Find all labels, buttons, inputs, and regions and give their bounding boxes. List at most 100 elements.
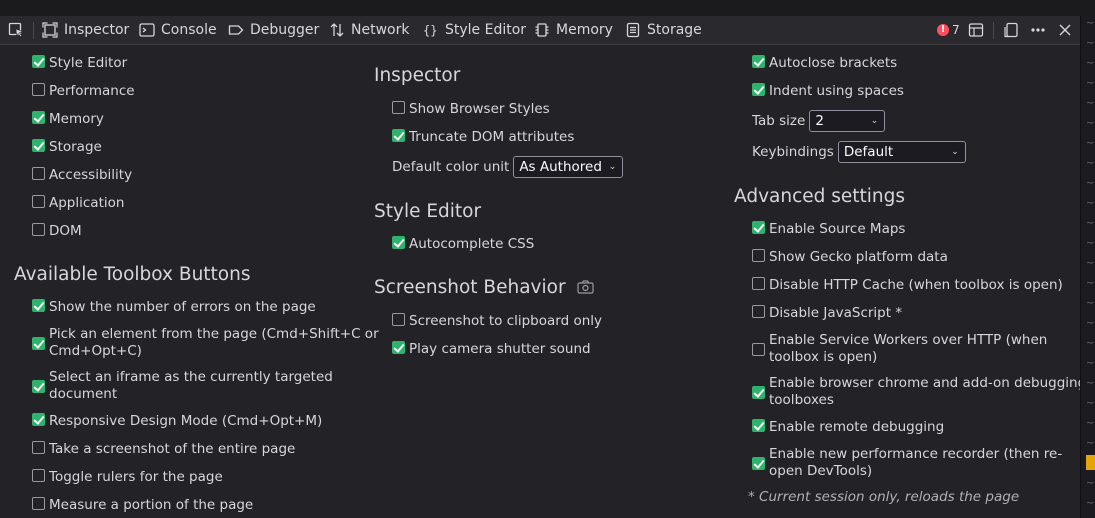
checkbox-disable-js[interactable]: Disable JavaScript * xyxy=(752,305,902,322)
checkbox-box[interactable] xyxy=(32,413,45,426)
tab-console[interactable]: Console xyxy=(139,16,217,44)
checkbox-box[interactable] xyxy=(32,469,45,482)
checkbox-service-workers[interactable]: Enable Service Workers over HTTP (when t… xyxy=(752,332,1047,366)
checkbox-label: Autoclose brackets xyxy=(769,55,898,71)
checkbox-dom[interactable]: DOM xyxy=(32,223,82,240)
toolbar-separator xyxy=(993,22,994,39)
gutter-tilde: ~ xyxy=(1086,498,1095,509)
checkbox-box[interactable] xyxy=(392,129,405,142)
console-icon xyxy=(139,22,155,38)
checkbox-box[interactable] xyxy=(32,497,45,510)
checkbox-performance-recorder[interactable]: Enable new performance recorder (then re… xyxy=(752,446,1062,480)
more-options-button[interactable] xyxy=(1030,16,1052,44)
keybindings-label: Keybindings xyxy=(752,144,834,160)
checkbox-box[interactable] xyxy=(752,249,765,262)
checkbox-box[interactable] xyxy=(32,299,45,312)
checkbox-accessibility[interactable]: Accessibility xyxy=(32,167,132,184)
checkbox-box[interactable] xyxy=(752,55,765,68)
close-toolbox-button[interactable] xyxy=(1057,16,1079,44)
checkbox-select-iframe[interactable]: Select an iframe as the currently target… xyxy=(32,369,333,403)
tab-style-editor[interactable]: {} Style Editor xyxy=(423,16,526,44)
gutter-tilde: ~ xyxy=(1086,398,1095,409)
checkbox-box[interactable] xyxy=(752,419,765,432)
checkbox-application[interactable]: Application xyxy=(32,195,124,212)
gutter-tilde: ~ xyxy=(1086,378,1095,389)
checkbox-box[interactable] xyxy=(32,111,45,124)
checkbox-pick-element[interactable]: Pick an element from the page (Cmd+Shift… xyxy=(32,326,379,360)
error-icon: ! xyxy=(937,24,949,36)
checkbox-gecko-data[interactable]: Show Gecko platform data xyxy=(752,249,948,266)
checkbox-indent-spaces[interactable]: Indent using spaces xyxy=(752,83,904,100)
tab-network[interactable]: Network xyxy=(329,16,409,44)
checkbox-box[interactable] xyxy=(32,195,45,208)
tab-debugger[interactable]: Debugger xyxy=(228,16,319,44)
checkbox-rulers[interactable]: Toggle rulers for the page xyxy=(32,469,223,486)
checkbox-truncate-dom[interactable]: Truncate DOM attributes xyxy=(392,129,574,146)
tab-console-label: Console xyxy=(161,22,217,38)
checkbox-memory[interactable]: Memory xyxy=(32,111,104,128)
tab-inspector[interactable]: Inspector xyxy=(42,16,129,44)
checkbox-disable-cache[interactable]: Disable HTTP Cache (when toolbox is open… xyxy=(752,277,1063,294)
keybindings-select[interactable]: Default ⌄ xyxy=(837,141,966,163)
checkbox-label-wrap: Enable new performance recorder (then re… xyxy=(769,446,1062,480)
checkbox-screenshot-page[interactable]: Take a screenshot of the entire page xyxy=(32,441,295,458)
tab-memory[interactable]: Memory xyxy=(534,16,613,44)
checkbox-box[interactable] xyxy=(32,83,45,96)
checkbox-style-editor[interactable]: Style Editor xyxy=(32,55,127,72)
tab-storage[interactable]: Storage xyxy=(625,16,702,44)
tab-size-row: Tab size 2 ⌄ xyxy=(752,110,886,132)
checkbox-autocomplete-css[interactable]: Autocomplete CSS xyxy=(392,236,534,253)
checkbox-responsive-design[interactable]: Responsive Design Mode (Cmd+Opt+M) xyxy=(32,413,322,430)
checkbox-shutter-sound[interactable]: Play camera shutter sound xyxy=(392,341,591,358)
tab-storage-label: Storage xyxy=(647,22,702,38)
checkbox-label: Show Gecko platform data xyxy=(769,249,948,265)
checkbox-box[interactable] xyxy=(752,456,765,470)
gutter-tilde: ~ xyxy=(1086,58,1095,69)
checkbox-box[interactable] xyxy=(32,336,45,350)
checkbox-box[interactable] xyxy=(752,83,765,96)
color-unit-select[interactable]: As Authored ⌄ xyxy=(513,156,624,178)
checkbox-box[interactable] xyxy=(32,441,45,454)
checkbox-box[interactable] xyxy=(752,385,765,399)
checkbox-box[interactable] xyxy=(392,313,405,326)
style-editor-title: Style Editor xyxy=(374,201,482,222)
gutter-tilde: ~ xyxy=(1086,478,1095,489)
checkbox-box[interactable] xyxy=(752,305,765,318)
gutter-tilde: ~ xyxy=(1086,98,1095,109)
checkbox-label: Measure a portion of the page xyxy=(49,497,254,513)
checkbox-remote-debugging[interactable]: Enable remote debugging xyxy=(752,419,944,436)
dock-options-button[interactable] xyxy=(1004,16,1026,44)
checkbox-autoclose-brackets[interactable]: Autoclose brackets xyxy=(752,55,897,72)
checkbox-label-cont: toolbox is open) xyxy=(769,349,878,365)
tab-inspector-label: Inspector xyxy=(64,22,130,38)
checkbox-chrome-debugging[interactable]: Enable browser chrome and add-on debuggi… xyxy=(752,375,1086,409)
tab-network-label: Network xyxy=(351,22,410,38)
split-console-button[interactable] xyxy=(968,16,990,44)
checkbox-label-cont: toolboxes xyxy=(769,392,834,408)
checkbox-box[interactable] xyxy=(392,341,405,354)
checkbox-box[interactable] xyxy=(392,101,405,114)
tab-size-select[interactable]: 2 ⌄ xyxy=(809,110,886,132)
checkbox-performance[interactable]: Performance xyxy=(32,83,135,100)
checkbox-box[interactable] xyxy=(752,277,765,290)
checkbox-label-cont: Cmd+Opt+C) xyxy=(49,343,142,359)
checkbox-box[interactable] xyxy=(32,55,45,68)
gutter-tilde: ~ xyxy=(1086,338,1095,349)
checkbox-label-wrap: Enable Service Workers over HTTP (when t… xyxy=(769,332,1047,366)
checkbox-storage[interactable]: Storage xyxy=(32,139,102,156)
checkbox-error-count[interactable]: Show the number of errors on the page xyxy=(32,299,316,316)
checkbox-measure[interactable]: Measure a portion of the page xyxy=(32,497,253,514)
checkbox-box[interactable] xyxy=(32,139,45,152)
checkbox-source-maps[interactable]: Enable Source Maps xyxy=(752,221,905,238)
checkbox-box[interactable] xyxy=(32,379,45,393)
checkbox-label: DOM xyxy=(49,223,82,239)
checkbox-box[interactable] xyxy=(752,342,765,356)
checkbox-box[interactable] xyxy=(32,167,45,180)
checkbox-screenshot-clipboard[interactable]: Screenshot to clipboard only xyxy=(392,313,602,330)
error-count-badge[interactable]: ! 7 xyxy=(937,16,960,44)
element-picker-button[interactable] xyxy=(8,16,30,44)
checkbox-box[interactable] xyxy=(752,221,765,234)
checkbox-box[interactable] xyxy=(392,236,405,249)
checkbox-browser-styles[interactable]: Show Browser Styles xyxy=(392,101,550,118)
checkbox-box[interactable] xyxy=(32,223,45,236)
